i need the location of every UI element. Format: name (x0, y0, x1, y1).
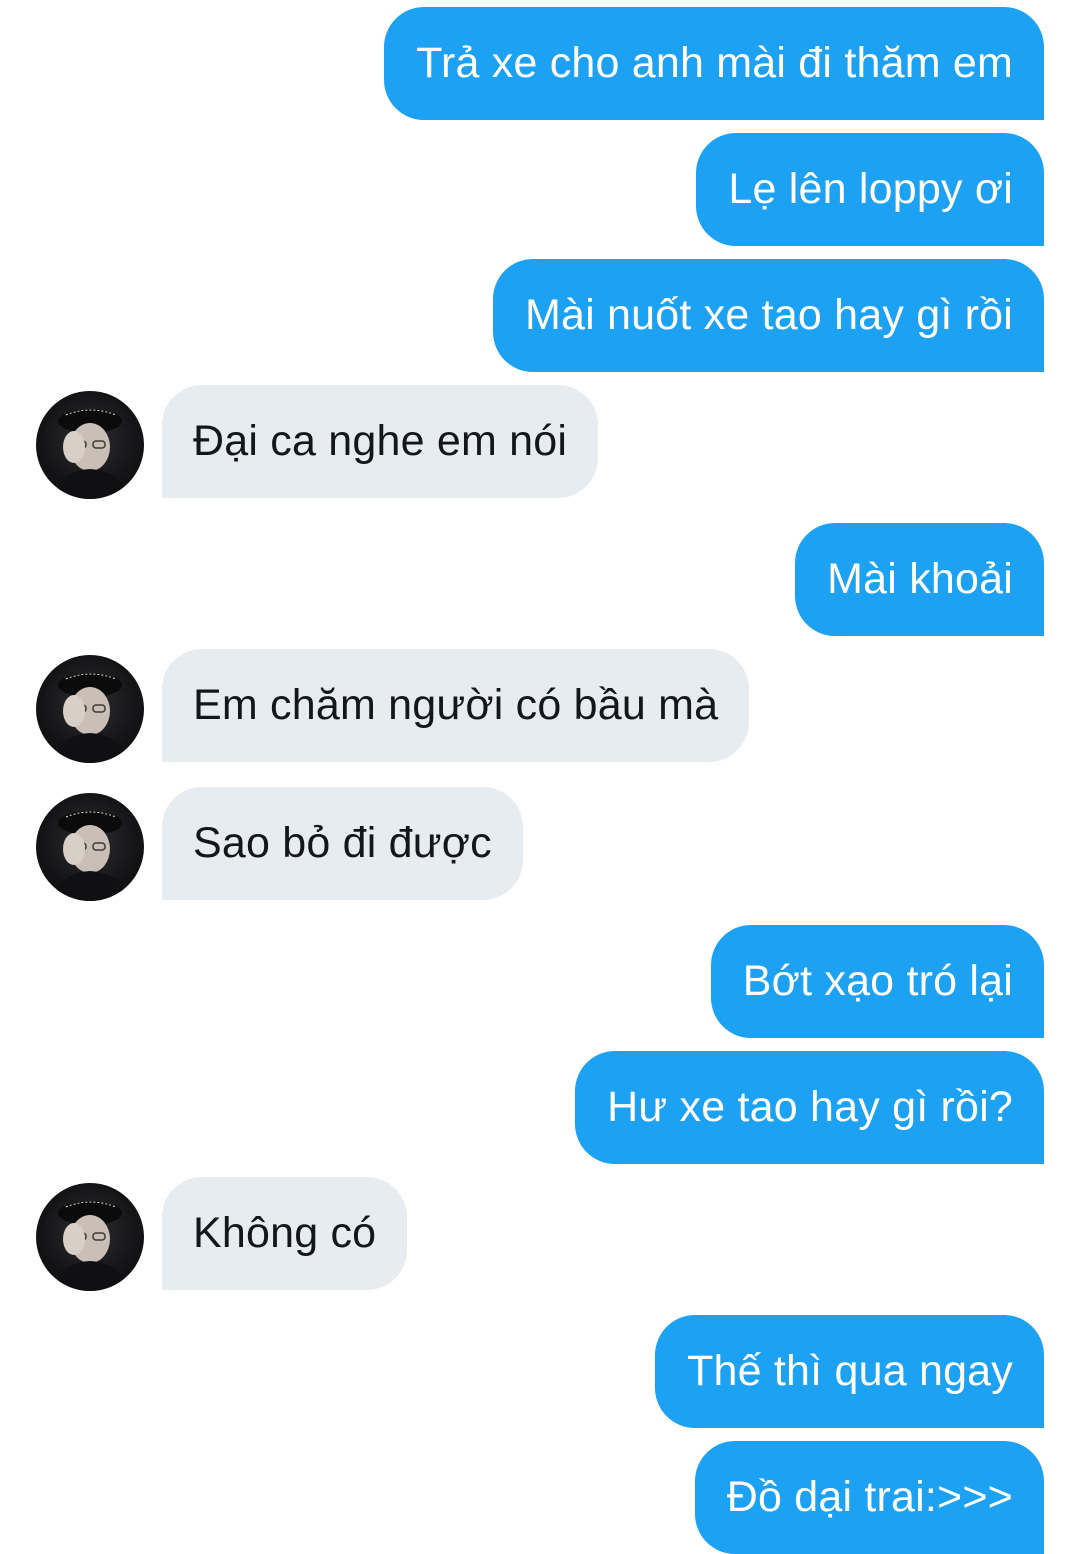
message-bubble-sent[interactable]: Hư xe tao hay gì rồi? (575, 1051, 1044, 1164)
contact-avatar[interactable] (36, 655, 144, 763)
message-text: Hư xe tao hay gì rồi? (607, 1083, 1013, 1131)
contact-avatar[interactable] (36, 391, 144, 499)
contact-avatar[interactable] (36, 1183, 144, 1291)
message-text: Sao bỏ đi được (193, 819, 492, 867)
message-text: Mài nuốt xe tao hay gì rồi (524, 291, 1013, 339)
avatar-photo-icon (54, 811, 128, 901)
message-bubble-sent[interactable]: Trả xe cho anh mài đi thăm em (384, 7, 1044, 120)
message-bubble-sent[interactable]: Mài nuốt xe tao hay gì rồi (492, 259, 1044, 372)
message-text: Không có (193, 1209, 377, 1257)
contact-avatar[interactable] (36, 793, 144, 901)
message-bubble-sent[interactable]: Đồ dại trai:>>> (694, 1441, 1044, 1554)
message-bubble-sent[interactable]: Bớt xạo tró lại (710, 925, 1044, 1038)
message-text: Đồ dại trai:>>> (726, 1473, 1013, 1521)
message-bubble-sent[interactable]: Lẹ lên loppy ơi (696, 133, 1044, 246)
message-text: Bớt xạo tró lại (742, 957, 1013, 1005)
message-text: Thế thì qua ngay (687, 1347, 1013, 1395)
message-text: Đại ca nghe em nói (193, 417, 568, 465)
avatar-photo-icon (54, 1201, 128, 1291)
avatar-photo-icon (54, 409, 128, 499)
message-bubble-received[interactable]: Em chăm người có bầu mà (162, 649, 750, 762)
message-bubble-received[interactable]: Đại ca nghe em nói (162, 385, 599, 498)
message-text: Mài khoải (827, 555, 1013, 603)
message-bubble-sent[interactable]: Mài khoải (795, 523, 1044, 636)
message-bubble-sent[interactable]: Thế thì qua ngay (655, 1315, 1044, 1428)
message-text: Lẹ lên loppy ơi (728, 165, 1013, 213)
message-text: Em chăm người có bầu mà (193, 681, 719, 729)
message-bubble-received[interactable]: Sao bỏ đi được (162, 787, 523, 900)
avatar-photo-icon (54, 673, 128, 763)
message-text: Trả xe cho anh mài đi thăm em (416, 39, 1013, 87)
message-bubble-received[interactable]: Không có (162, 1177, 408, 1290)
